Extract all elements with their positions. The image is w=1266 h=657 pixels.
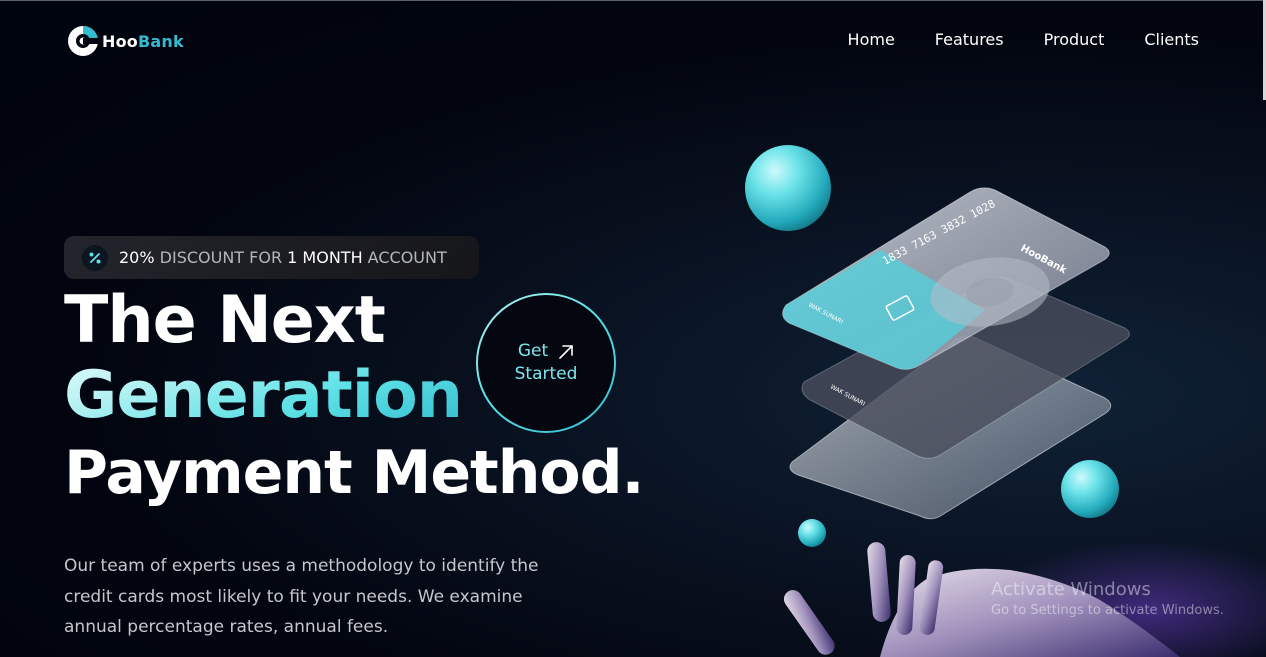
discount-label-2: ACCOUNT xyxy=(362,248,447,267)
discount-months: 1 MONTH xyxy=(287,248,363,267)
get-started-label-2: Started xyxy=(514,364,578,384)
brand-logo[interactable]: HooBank xyxy=(67,25,184,57)
window-top-border xyxy=(0,0,1266,1)
main-nav: Home Features Product Clients xyxy=(848,30,1199,49)
activate-windows-watermark: Activate Windows Go to Settings to activ… xyxy=(991,579,1224,621)
nav-item-product[interactable]: Product xyxy=(1044,30,1105,49)
nav-item-clients[interactable]: Clients xyxy=(1144,30,1199,49)
discount-text: 20% DISCOUNT FOR 1 MONTH ACCOUNT xyxy=(119,248,447,267)
discount-icon xyxy=(82,244,108,271)
nav-item-home[interactable]: Home xyxy=(848,30,895,49)
landing-page: HooBank Home Features Product Clients 20… xyxy=(0,0,1266,657)
sphere-small xyxy=(798,519,826,547)
brand-name-part1: Hoo xyxy=(102,31,138,51)
hero-description: Our team of experts uses a methodology t… xyxy=(64,556,539,637)
hoobank-logo-icon xyxy=(68,26,98,56)
hero-illustration: 1833 7163 3832 1028 HooBank WAK SUNARI W… xyxy=(745,145,1266,657)
discount-label-1: DISCOUNT FOR xyxy=(154,248,288,267)
get-started-label-1: Get xyxy=(517,341,549,361)
arrow-up-right-icon xyxy=(559,344,573,359)
watermark-title: Activate Windows xyxy=(991,579,1151,600)
brand-name-part2: Bank xyxy=(137,31,184,51)
headline-line-1: The Next xyxy=(64,283,386,358)
sphere-large xyxy=(745,145,831,231)
brand-name: HooBank xyxy=(102,32,184,51)
discount-percent: 20% xyxy=(119,248,155,267)
nav-item-features[interactable]: Features xyxy=(935,30,1004,49)
watermark-subtitle: Go to Settings to activate Windows. xyxy=(991,603,1224,618)
sphere-medium xyxy=(1061,460,1119,518)
get-started-button[interactable]: Get Started xyxy=(476,293,616,433)
headline-line-2: Generation xyxy=(64,358,463,433)
discount-badge: 20% DISCOUNT FOR 1 MONTH ACCOUNT xyxy=(64,236,479,279)
get-started-inner: Get Started xyxy=(478,295,614,431)
headline-line-3: Payment Method. xyxy=(64,438,644,508)
